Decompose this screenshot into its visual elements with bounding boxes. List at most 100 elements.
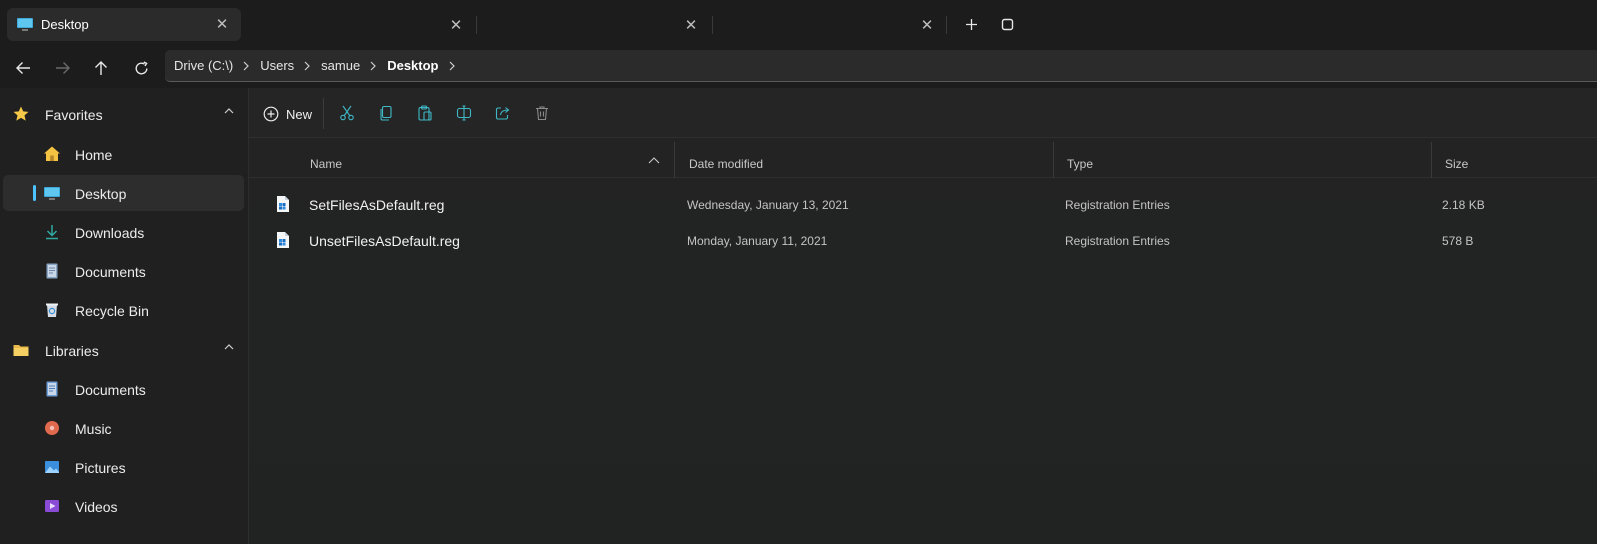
up-button[interactable] <box>87 54 115 82</box>
sidebar-section-label: Favorites <box>45 107 103 123</box>
share-icon <box>495 107 510 120</box>
sidebar-item-library-documents[interactable]: Documents <box>3 371 244 407</box>
chevron-up-icon[interactable] <box>224 344 234 350</box>
chevron-right-icon[interactable] <box>370 61 377 71</box>
tab-separator <box>946 16 947 34</box>
sidebar-item-label: Downloads <box>75 225 145 241</box>
sidebar-item-label: Home <box>75 147 113 163</box>
cut-icon <box>340 105 354 121</box>
rename-button[interactable] <box>453 102 475 124</box>
file-name: SetFilesAsDefault.reg <box>309 197 445 213</box>
copy-button[interactable] <box>375 102 397 124</box>
download-icon <box>46 225 58 240</box>
close-icon[interactable]: ✕ <box>445 14 467 36</box>
chevron-right-icon[interactable] <box>304 61 311 71</box>
close-icon[interactable]: ✕ <box>211 13 233 35</box>
tab-separator <box>712 16 713 34</box>
sidebar-item-downloads[interactable]: Downloads <box>3 214 244 250</box>
column-header-size[interactable]: Size <box>1445 157 1468 171</box>
new-tab-button[interactable] <box>960 13 982 35</box>
arrow-right-icon <box>56 62 70 74</box>
file-type: Registration Entries <box>1065 234 1170 248</box>
toolbar-separator <box>323 98 324 129</box>
music-icon <box>45 421 59 435</box>
column-header-type[interactable]: Type <box>1067 157 1093 171</box>
file-date: Monday, January 11, 2021 <box>687 234 828 248</box>
star-icon <box>13 106 29 121</box>
tab-bar: Desktop ✕ ✕ ✕ ✕ <box>0 0 1597 48</box>
file-list: Name Date modified Type Size SetFilesAsD… <box>249 138 1597 544</box>
file-type: Registration Entries <box>1065 198 1170 212</box>
column-header-name[interactable]: Name <box>310 157 342 171</box>
chevron-up-icon[interactable] <box>648 157 660 164</box>
column-header: Name Date modified Type Size <box>249 138 1597 178</box>
document-icon <box>46 381 58 397</box>
sidebar-item-recycle-bin[interactable]: Recycle Bin <box>3 292 244 328</box>
sidebar-item-desktop[interactable]: Desktop <box>3 175 244 211</box>
close-icon[interactable]: ✕ <box>680 14 702 36</box>
sidebar-item-documents[interactable]: Documents <box>3 253 244 289</box>
file-size: 578 B <box>1442 234 1474 248</box>
sidebar-item-label: Videos <box>75 499 118 515</box>
sidebar-item-label: Documents <box>75 382 146 398</box>
sidebar-item-label: Pictures <box>75 460 126 476</box>
refresh-button[interactable] <box>127 54 155 82</box>
address-bar[interactable]: Drive (C:\) Users samue Desktop <box>165 50 1597 82</box>
sidebar-item-home[interactable]: Home <box>3 136 244 172</box>
arrow-left-icon <box>16 62 30 74</box>
file-size: 2.18 KB <box>1442 198 1485 212</box>
back-button[interactable] <box>9 54 37 82</box>
sidebar-item-music[interactable]: Music <box>3 410 244 446</box>
add-circle-icon <box>263 106 279 122</box>
registry-file-icon <box>277 232 289 248</box>
document-icon <box>46 263 58 279</box>
desktop-icon <box>17 18 33 31</box>
paste-icon <box>418 105 432 121</box>
breadcrumb-drive[interactable]: Drive (C:\) <box>174 58 233 73</box>
file-name: UnsetFilesAsDefault.reg <box>309 233 460 249</box>
share-button[interactable] <box>492 102 514 124</box>
home-icon <box>44 146 60 161</box>
desktop-icon <box>44 187 60 200</box>
registry-file-icon <box>277 196 289 212</box>
delete-button[interactable] <box>531 102 553 124</box>
forward-button[interactable] <box>49 54 77 82</box>
column-divider[interactable] <box>674 142 675 178</box>
table-row[interactable]: SetFilesAsDefault.reg Wednesday, January… <box>249 186 1597 222</box>
breadcrumb-desktop[interactable]: Desktop <box>387 58 438 73</box>
tab-desktop[interactable]: Desktop ✕ <box>7 8 241 41</box>
column-header-date[interactable]: Date modified <box>689 157 763 171</box>
command-bar: New <box>249 88 1597 138</box>
delete-icon <box>536 106 548 121</box>
plus-icon <box>965 18 977 30</box>
refresh-icon <box>135 60 148 74</box>
rename-icon <box>456 105 472 121</box>
sidebar-item-pictures[interactable]: Pictures <box>3 449 244 485</box>
sidebar-section-favorites[interactable]: Favorites <box>0 96 248 132</box>
chevron-up-icon[interactable] <box>224 108 234 114</box>
paste-button[interactable] <box>414 102 436 124</box>
sidebar-item-label: Music <box>75 421 112 437</box>
sidebar-section-libraries[interactable]: Libraries <box>0 332 248 368</box>
column-divider[interactable] <box>1431 142 1432 178</box>
close-icon[interactable]: ✕ <box>916 14 938 36</box>
breadcrumb-users[interactable]: Users <box>260 58 294 73</box>
new-button[interactable]: New <box>263 102 312 126</box>
selection-indicator <box>33 185 36 201</box>
restore-icon <box>1001 18 1013 30</box>
video-icon <box>45 500 59 512</box>
table-row[interactable]: UnsetFilesAsDefault.reg Monday, January … <box>249 222 1597 258</box>
tab-overview-button[interactable] <box>996 13 1018 35</box>
sidebar-item-videos[interactable]: Videos <box>3 488 244 524</box>
column-divider[interactable] <box>1053 142 1054 178</box>
copy-icon <box>380 105 392 121</box>
chevron-right-icon[interactable] <box>243 61 250 71</box>
cut-button[interactable] <box>336 102 358 124</box>
sidebar-item-label: Recycle Bin <box>75 303 149 319</box>
tab-title: Desktop <box>41 17 89 32</box>
breadcrumb-samue[interactable]: samue <box>321 58 360 73</box>
new-button-label: New <box>286 106 313 122</box>
navigation-bar: Drive (C:\) Users samue Desktop <box>0 48 1597 88</box>
chevron-right-icon[interactable] <box>449 61 455 71</box>
tab-separator <box>476 16 477 34</box>
